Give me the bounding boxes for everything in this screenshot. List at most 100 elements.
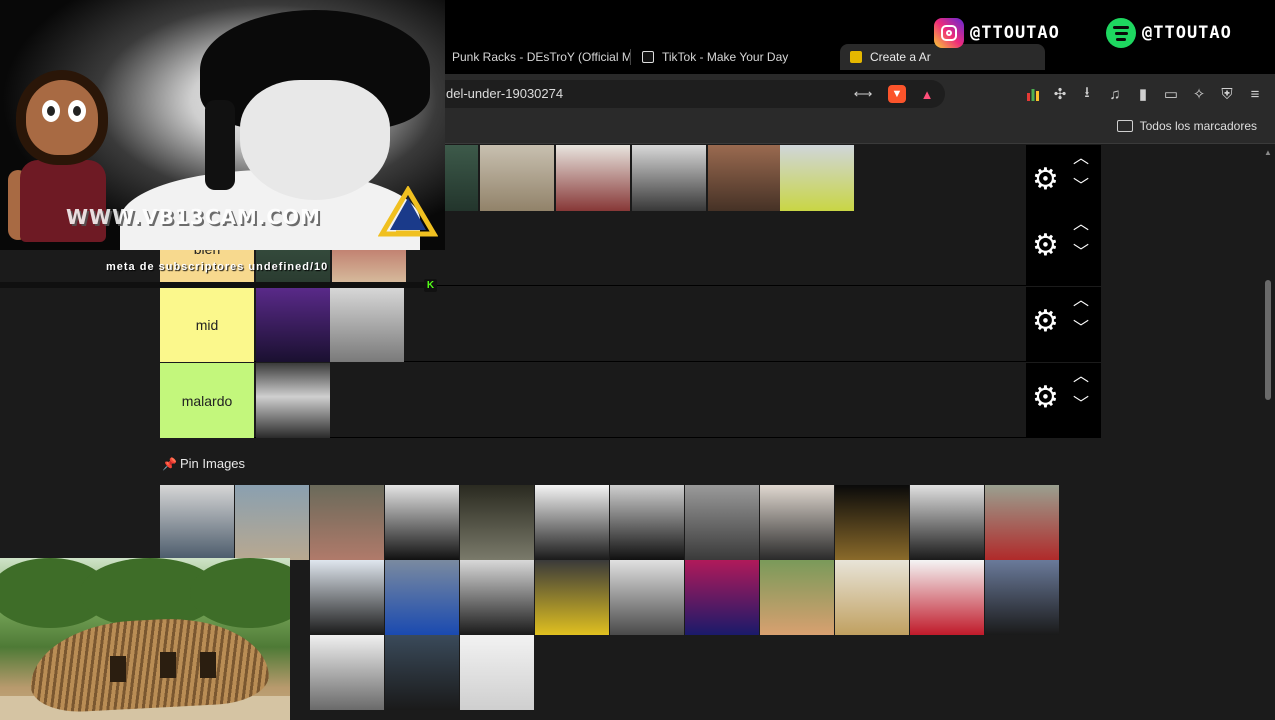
pin-image[interactable] [460, 485, 534, 560]
translate-icon[interactable]: ⟷ [854, 85, 873, 103]
pin-image[interactable] [760, 485, 834, 560]
pin-image[interactable] [535, 560, 609, 635]
instagram-handle: @TTOUTAO [934, 18, 1060, 48]
tier-image[interactable] [780, 145, 854, 220]
all-bookmarks-button[interactable]: Todos los marcadores [1116, 119, 1257, 133]
pin-image[interactable] [310, 485, 384, 560]
tier-image[interactable] [556, 145, 630, 220]
tree [190, 558, 290, 628]
pin-image[interactable] [160, 485, 234, 560]
window [200, 652, 216, 678]
chevron-down-icon[interactable]: ﹀ [1070, 179, 1092, 195]
gear-icon[interactable]: ⚙ [1032, 165, 1059, 195]
tier-row-malardo: malardo [160, 363, 1026, 438]
download-icon[interactable]: ⭳ [1077, 84, 1097, 104]
scrollbar-track[interactable] [1262, 145, 1274, 720]
pin-image[interactable] [310, 560, 384, 635]
pin-images-label: Pin Images [180, 456, 246, 471]
tier-image[interactable] [330, 287, 404, 362]
stream-watermark: WWW.VB13CAM.COM [66, 205, 321, 229]
scroll-up-arrow[interactable]: ▲ [1264, 148, 1272, 157]
pin-image[interactable] [385, 485, 459, 560]
headphones-icon [205, 100, 235, 190]
chevron-up-icon[interactable]: ︿ [1070, 369, 1092, 385]
pin-image[interactable] [610, 560, 684, 635]
cartoon-head [16, 70, 108, 165]
pin-image[interactable] [985, 485, 1059, 560]
folder-icon [1116, 120, 1133, 132]
tier-controls: ⚙ ︿ ﹀ [1026, 363, 1101, 438]
instagram-icon [934, 18, 964, 48]
pin-image[interactable] [910, 485, 984, 560]
spotify-handle: @TTOUTAO [1106, 18, 1232, 48]
tier-image[interactable] [480, 145, 554, 220]
menu-icon[interactable]: ≡ [1245, 84, 1265, 104]
cartoon-eye [68, 100, 86, 122]
tier-controls: ⚙ ︿ ﹀ [1026, 287, 1101, 362]
gear-icon[interactable]: ⚙ [1032, 231, 1059, 261]
tab-title: Create a Ar [870, 50, 931, 64]
window [160, 652, 176, 678]
chevron-up-icon[interactable]: ︿ [1070, 217, 1092, 233]
gear-icon[interactable]: ⚙ [1032, 383, 1059, 413]
subscriber-goal-bar [0, 282, 430, 288]
pin-image[interactable] [460, 635, 534, 710]
masonic-logo-icon [378, 186, 438, 237]
pin-images-header: 📌 Pin Images [162, 456, 245, 471]
kick-icon: K [424, 279, 437, 292]
pin-image[interactable] [610, 485, 684, 560]
tier-label[interactable]: malardo [160, 363, 254, 438]
tab-title: TikTok - Make Your Day [662, 50, 789, 64]
tier-image[interactable] [256, 287, 330, 362]
tab-tiktok[interactable]: TikTok - Make Your Day [642, 44, 788, 70]
pin-image[interactable] [685, 560, 759, 635]
tab-punk-racks[interactable]: Punk Racks - DEsTroY (Official M [440, 44, 632, 70]
streamer-face [240, 80, 390, 200]
tier-controls: ⚙ ︿ ﹀ [1026, 211, 1101, 286]
pin-image[interactable] [685, 485, 759, 560]
extensions-icon[interactable]: ✣ [1050, 84, 1070, 104]
pin-image[interactable] [835, 485, 909, 560]
tier-controls: ⚙ ︿ ﹀ [1026, 145, 1101, 220]
pin-image[interactable] [385, 560, 459, 635]
pin-image[interactable] [835, 560, 909, 635]
vpn-icon[interactable]: ⛨ [1217, 84, 1237, 104]
pin-image[interactable] [460, 560, 534, 635]
pin-image[interactable] [760, 560, 834, 635]
brave-shield-icon[interactable]: ▼ [888, 85, 906, 103]
chevron-down-icon[interactable]: ﹀ [1070, 321, 1092, 337]
tiktok-icon [642, 51, 654, 63]
cartoon-shirt [20, 160, 106, 242]
window [110, 656, 126, 682]
pin-image[interactable] [310, 635, 384, 710]
chevron-down-icon[interactable]: ﹀ [1070, 397, 1092, 413]
sidebar-icon[interactable]: ▮ [1133, 84, 1153, 104]
ai-sparkle-icon[interactable]: ✧ [1189, 84, 1209, 104]
spotify-handle-text: @TTOUTAO [1142, 23, 1232, 43]
chevron-up-icon[interactable]: ︿ [1070, 293, 1092, 309]
tier-image[interactable] [632, 145, 706, 220]
wallet-icon[interactable]: ▭ [1161, 84, 1181, 104]
tier-image[interactable] [708, 145, 782, 220]
scrollbar-thumb[interactable] [1265, 280, 1271, 400]
music-icon[interactable]: ♫ [1105, 84, 1125, 104]
tier-image[interactable] [444, 145, 478, 220]
pin-image[interactable] [910, 560, 984, 635]
instagram-handle-text: @TTOUTAO [970, 23, 1060, 43]
subscriber-goal-text: meta de subscriptores undefined/10 [106, 261, 329, 273]
gear-icon[interactable]: ⚙ [1032, 307, 1059, 337]
tier-label[interactable]: mid [160, 287, 254, 362]
brave-rewards-icon[interactable]: ▲ [918, 85, 936, 103]
chevron-down-icon[interactable]: ﹀ [1070, 245, 1092, 261]
tier-image[interactable] [256, 363, 330, 438]
cartoon-eye [42, 100, 60, 122]
pin-image[interactable] [385, 635, 459, 710]
bar-chart-icon[interactable] [1023, 84, 1043, 104]
pin-image[interactable] [535, 485, 609, 560]
pin-image[interactable] [235, 485, 309, 560]
tier-row-mid: mid [160, 287, 1026, 362]
pin-image[interactable] [985, 560, 1059, 635]
tab-separator [630, 49, 631, 65]
chevron-up-icon[interactable]: ︿ [1070, 151, 1092, 167]
bookmarks-label: Todos los marcadores [1139, 119, 1257, 133]
